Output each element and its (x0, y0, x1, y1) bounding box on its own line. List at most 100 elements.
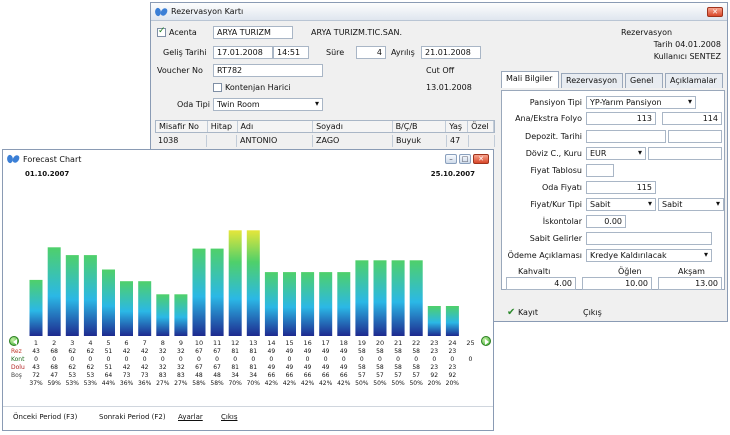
column-header[interactable]: Özel (468, 121, 494, 132)
stat-cell: 62 (86, 364, 95, 371)
room-type-select[interactable]: Twin Room (213, 98, 323, 111)
exit-button[interactable]: Çıkış (583, 308, 602, 317)
x-tick-label: 15 (285, 339, 293, 347)
prev-period-button[interactable]: Önceki Period (F3) (13, 413, 77, 421)
stat-row-label: Boş (11, 372, 22, 379)
stat-cell: 83 (177, 372, 185, 379)
column-header[interactable]: Hitap (208, 121, 238, 132)
tab-notes[interactable]: Açıklamalar (665, 73, 723, 88)
payment-label: Ödeme Açıklaması (507, 251, 582, 260)
guest-grid-header: Misafir No Hitap Adı Soyadı B/Ç/B Yaş Öz… (155, 120, 495, 133)
column-header[interactable]: Soyadı (313, 121, 393, 132)
stat-cell: 67 (195, 348, 203, 355)
stat-cell: 50% (409, 380, 423, 387)
tab-financial[interactable]: Mali Bilgiler (501, 71, 559, 88)
stat-cell: 51 (104, 348, 113, 355)
x-tick-label: 20 (376, 339, 384, 347)
stat-cell: 58 (358, 364, 366, 371)
stat-cell: 42% (300, 380, 315, 387)
room-price-field[interactable]: 115 (586, 181, 656, 194)
stat-cell: 0 (323, 356, 328, 363)
table-cell: Buyuk (393, 135, 447, 147)
stat-cell: 92 (448, 372, 457, 379)
price-type-select-1[interactable]: Sabit (586, 198, 656, 211)
table-row[interactable]: 1038 ANTONIO ZAGO Buyuk 47 (155, 135, 495, 147)
price-table-field[interactable] (586, 164, 614, 177)
stat-cell: 0 (269, 356, 274, 363)
agency-checkbox[interactable]: Acenta (157, 26, 197, 37)
payment-select[interactable]: Kredye Kaldırılacak (586, 249, 712, 262)
stat-cell: 42% (282, 380, 297, 387)
stat-cell: 47 (50, 372, 58, 379)
deposit-field[interactable] (586, 130, 666, 143)
arrival-time-field[interactable]: 14:51 (273, 46, 309, 59)
room-price-label: Oda Fiyatı (541, 183, 582, 192)
quota-checkbox[interactable]: Kontenjan Harici (213, 83, 291, 92)
stat-cell: 0 (359, 356, 364, 363)
stat-cell: 66 (285, 372, 294, 379)
stat-cell: 81 (249, 348, 258, 355)
stat-cell: 0 (197, 356, 201, 363)
column-header[interactable]: B/Ç/B (393, 121, 447, 132)
tab-reservation[interactable]: Rezervasyon (561, 73, 623, 88)
stat-cell: 49 (285, 348, 294, 355)
stat-cell: 0 (142, 356, 147, 363)
stat-cell: 0 (287, 356, 292, 363)
dinner-field[interactable]: 13.00 (658, 277, 722, 290)
save-button[interactable]: ✔ Kayıt (507, 307, 538, 318)
bar-day-16 (301, 272, 315, 336)
stat-cell: 50% (373, 380, 387, 387)
prev-arrow-icon[interactable] (9, 336, 19, 346)
duration-field[interactable]: 4 (356, 46, 386, 59)
voucher-label: Voucher No (157, 66, 203, 75)
agency-code-field[interactable]: ARYA TURIZM (213, 26, 293, 39)
reservation-title: Rezervasyon Kartı (171, 7, 244, 16)
bar-day-9 (174, 294, 188, 336)
lunch-field[interactable]: 10.00 (582, 277, 652, 290)
tab-general[interactable]: Genel (625, 73, 663, 88)
folio-extra-field[interactable]: 114 (662, 112, 722, 125)
next-arrow-icon[interactable] (481, 336, 491, 346)
next-period-button[interactable]: Sonraki Period (F2) (99, 413, 166, 421)
stat-cell: 23 (430, 364, 439, 371)
stat-cell: 66 (267, 372, 276, 379)
stat-cell: 27% (156, 380, 170, 387)
stat-cell: 58% (192, 380, 206, 387)
column-header[interactable]: Misafir No (156, 121, 208, 132)
checkbox-icon[interactable] (157, 26, 166, 37)
stat-cell: 0 (305, 356, 310, 363)
stat-cell: 53 (86, 372, 95, 379)
bar-day-4 (83, 255, 97, 336)
stat-cell: 73 (122, 372, 131, 379)
deposit-amount-field[interactable] (668, 130, 722, 143)
x-tick-label: 10 (195, 339, 203, 347)
checkbox-icon[interactable] (213, 83, 222, 92)
column-header[interactable]: Yaş (446, 121, 469, 132)
bar-day-3 (65, 255, 79, 336)
departure-date-field[interactable]: 21.01.2008 (421, 46, 481, 59)
discount-field[interactable]: 0.00 (586, 215, 626, 228)
exit-button[interactable]: Çıkış (221, 413, 237, 421)
breakfast-field[interactable]: 4.00 (506, 277, 576, 290)
stat-cell: 0 (432, 356, 437, 363)
currency-select[interactable]: EUR (586, 147, 646, 160)
fixed-income-field[interactable] (586, 232, 712, 245)
x-tick-label: 3 (70, 339, 74, 347)
discount-label: İskontolar (542, 217, 582, 226)
close-icon[interactable]: ✕ (707, 6, 723, 17)
meal-header-breakfast: Kahvaltı (518, 267, 551, 276)
stat-cell: 0 (124, 356, 129, 363)
price-type-select-2[interactable]: Sabit (658, 198, 724, 211)
x-tick-label: 11 (213, 339, 221, 347)
bar-day-1 (29, 279, 43, 336)
stat-cell: 53% (65, 380, 79, 387)
stat-cell: 0 (341, 356, 346, 363)
voucher-field[interactable]: RT782 (213, 64, 323, 77)
settings-button[interactable]: Ayarlar (178, 413, 203, 421)
rate-field[interactable] (648, 147, 722, 160)
stat-cell: 0 (396, 356, 400, 363)
column-header[interactable]: Adı (238, 121, 314, 132)
folio-main-field[interactable]: 113 (586, 112, 656, 125)
board-select[interactable]: YP-Yarım Pansiyon (586, 96, 696, 109)
arrival-date-field[interactable]: 17.01.2008 (213, 46, 273, 59)
